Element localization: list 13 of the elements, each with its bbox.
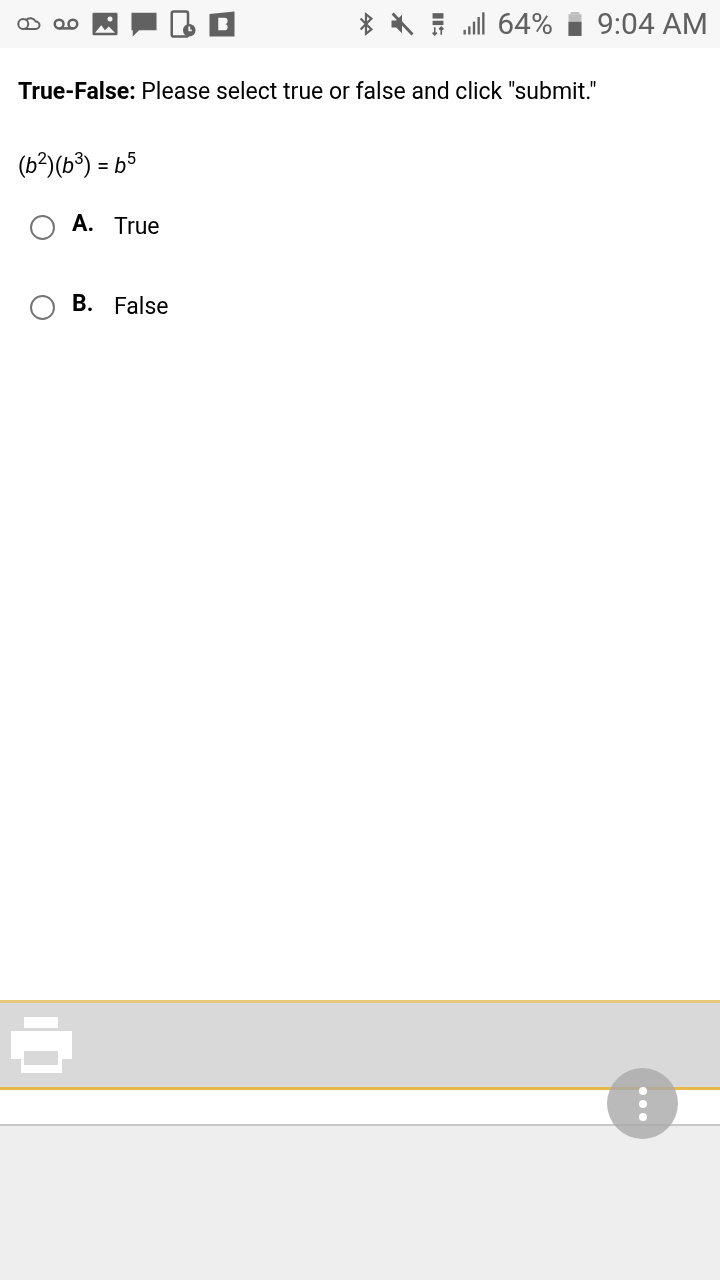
tablet-clock-icon (168, 9, 198, 39)
radio-button[interactable] (30, 295, 55, 320)
option-text[interactable]: False (114, 290, 169, 325)
battery-percentage: 64% (497, 9, 553, 39)
app-icon (207, 9, 237, 39)
radio-button[interactable] (30, 214, 55, 240)
option-text[interactable]: True (114, 209, 160, 245)
more-icon (637, 1085, 648, 1122)
option-letter: B. (72, 289, 95, 320)
option-letter: A. (72, 208, 96, 239)
clock: 9:04 AM (596, 9, 708, 39)
instruction-text: True-False: Please select true or false and click "submit." (18, 78, 598, 107)
math-expression: (b$^{2}$)(b$^{3}$) = b$^{5}$ (18, 148, 137, 180)
